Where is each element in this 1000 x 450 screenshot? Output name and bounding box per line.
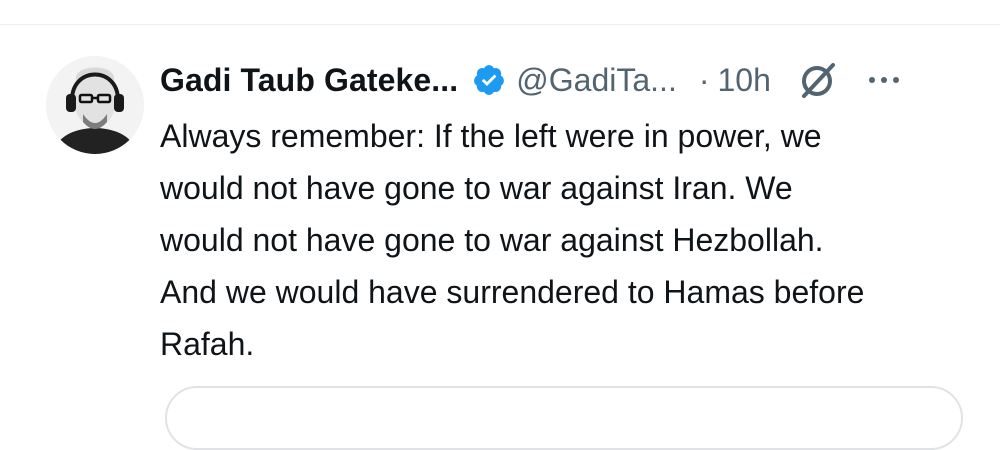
- top-divider: [0, 24, 1000, 25]
- author-handle[interactable]: @GadiTa...: [516, 62, 677, 99]
- tweet-text-line: Rafah.: [160, 326, 255, 362]
- tweet-text: Always remember: If the left were in pow…: [160, 110, 980, 370]
- tweet-text-line: Always remember: If the left were in pow…: [160, 118, 822, 154]
- more-options-icon[interactable]: [868, 77, 899, 83]
- timestamp[interactable]: 10h: [717, 62, 770, 99]
- quoted-tweet-card[interactable]: [165, 386, 963, 450]
- avatar-image: [46, 56, 144, 154]
- verified-badge-icon: [472, 63, 506, 97]
- grok-icon[interactable]: [795, 60, 841, 100]
- author-name[interactable]: Gadi Taub Gateke...: [160, 62, 458, 99]
- dot-icon: [892, 77, 899, 83]
- tweet-text-line: would not have gone to war against Hezbo…: [160, 222, 824, 258]
- tweet-header: Gadi Taub Gateke... @GadiTa... · 10h: [160, 54, 899, 106]
- dot-icon: [880, 77, 887, 83]
- dot-icon: [868, 77, 875, 83]
- tweet-text-line: And we would have surrendered to Hamas b…: [160, 274, 865, 310]
- separator-dot: ·: [698, 61, 710, 98]
- avatar[interactable]: [46, 56, 144, 154]
- tweet-text-line: would not have gone to war against Iran.…: [160, 170, 793, 206]
